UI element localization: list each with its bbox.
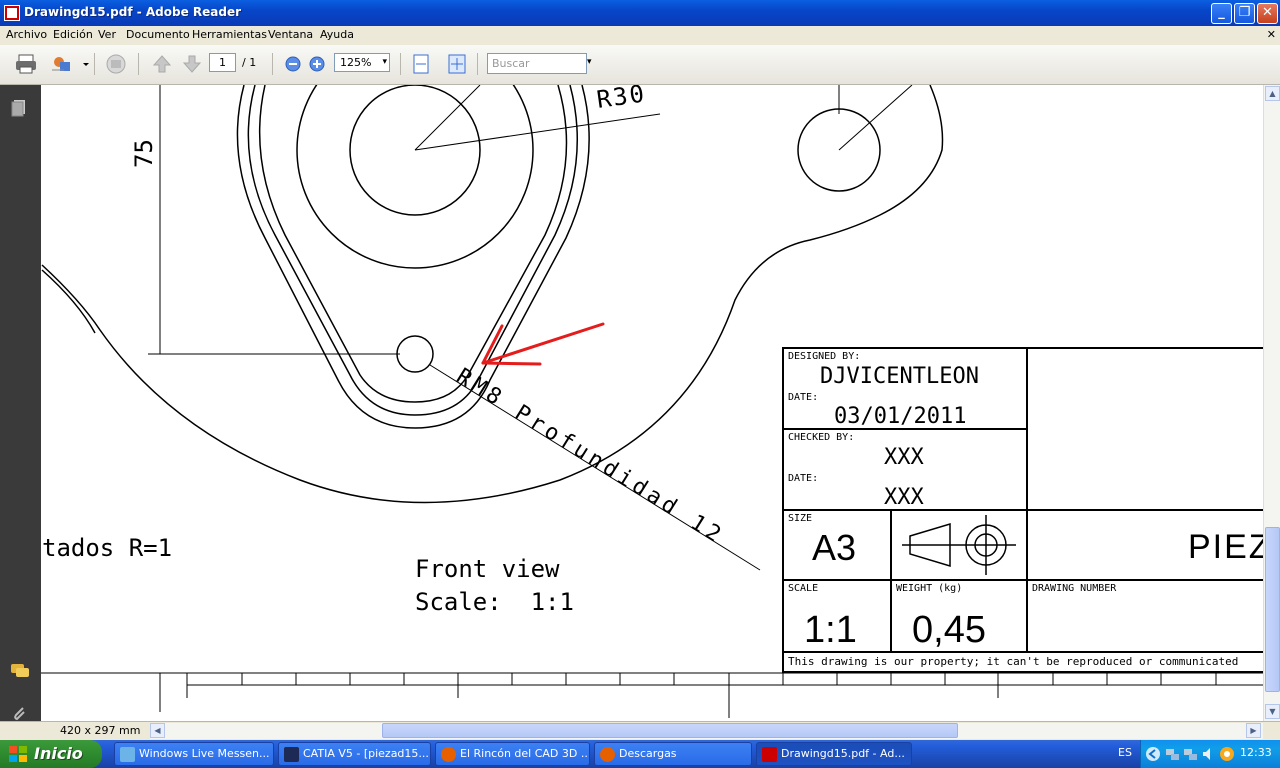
title-bar: Drawingd15.pdf - Adobe Reader _ ❐ ✕: [0, 0, 1280, 26]
minimize-button[interactable]: _: [1211, 3, 1232, 24]
weight-label: WEIGHT (kg): [896, 583, 962, 594]
size-value: A3: [812, 527, 856, 568]
next-page-icon[interactable]: [180, 52, 204, 76]
task-messenger[interactable]: Windows Live Messen...: [114, 742, 274, 766]
menu-documento[interactable]: Documento: [126, 28, 190, 41]
window-title: Drawingd15.pdf - Adobe Reader: [24, 5, 242, 19]
technical-drawing: R30 75 RM8 Profundidad 12 tados R=1 Fron…: [41, 85, 1263, 718]
menu-ver[interactable]: Ver: [98, 28, 116, 41]
size-label: SIZE: [788, 513, 812, 524]
fit-page-icon[interactable]: [445, 52, 469, 76]
chevron-down-icon[interactable]: ▾: [587, 57, 592, 67]
taskbar: Inicio Windows Live Messen... CATIA V5 -…: [0, 740, 1280, 768]
pdf-icon: [762, 747, 777, 762]
zoom-out-icon[interactable]: [281, 52, 305, 76]
date2-value: XXX: [884, 485, 924, 510]
pages-icon[interactable]: [9, 97, 31, 119]
menu-ayuda[interactable]: Ayuda: [320, 28, 354, 41]
scale-value: 1:1: [804, 609, 857, 651]
network-icon[interactable]: [1165, 746, 1181, 762]
start-button[interactable]: Inicio: [0, 740, 102, 768]
menu-archivo[interactable]: Archivo: [6, 28, 47, 41]
horizontal-scroll-thumb[interactable]: [382, 723, 958, 738]
drawing-number-label: DRAWING NUMBER: [1032, 583, 1117, 594]
checked-by-label: CHECKED BY:: [788, 432, 854, 443]
document-view[interactable]: R30 75 RM8 Profundidad 12 tados R=1 Fron…: [41, 85, 1263, 721]
vertical-scroll-thumb[interactable]: [1265, 527, 1280, 692]
task-catia[interactable]: CATIA V5 - [piezad15....: [278, 742, 431, 766]
designed-by-label: DESIGNED BY:: [788, 351, 860, 362]
weight-value: 0,45: [912, 609, 986, 651]
messenger-icon: [120, 747, 135, 762]
tray-expand-icon[interactable]: [1145, 746, 1161, 762]
radius-dimension: R30: [595, 85, 648, 114]
navigation-panel: [0, 85, 41, 740]
horizontal-scrollbar[interactable]: ◀ ▶: [150, 723, 1263, 739]
update-icon[interactable]: [1219, 746, 1235, 762]
scroll-down-icon[interactable]: ▼: [1265, 704, 1280, 719]
view-scale: Scale: 1:1: [415, 588, 574, 616]
projection-symbol-icon: [902, 515, 1016, 575]
menu-herramientas[interactable]: Herramientas: [192, 28, 267, 41]
hand-tool-icon[interactable]: [104, 52, 128, 76]
page-number-input[interactable]: 1: [209, 53, 236, 72]
pdf-icon: [4, 5, 20, 21]
page-size: 420 x 297 mm: [60, 724, 141, 737]
date2-label: DATE:: [788, 473, 818, 484]
scroll-right-icon[interactable]: ▶: [1246, 723, 1261, 738]
view-label: Front view: [415, 555, 560, 583]
designed-by-value: DJVICENTLEON: [820, 364, 979, 389]
clock: 12:33: [1240, 746, 1272, 759]
date1-value: 03/01/2011: [834, 404, 966, 429]
property-note: This drawing is our property; it can't b…: [788, 655, 1238, 668]
share-icon[interactable]: [50, 52, 74, 76]
windows-logo-icon: [9, 746, 27, 762]
volume-icon[interactable]: [1201, 746, 1217, 762]
part-title: PIEZ: [1188, 528, 1263, 566]
catia-icon: [284, 747, 299, 762]
menu-edicion[interactable]: Edición: [53, 28, 93, 41]
task-downloads[interactable]: Descargas: [594, 742, 752, 766]
task-firefox-cad[interactable]: El Rincón del CAD 3D ...: [435, 742, 590, 766]
language-indicator[interactable]: ES: [1118, 746, 1132, 759]
annotation-arrow: [481, 322, 605, 366]
start-label: Inicio: [34, 744, 83, 763]
scroll-up-icon[interactable]: ▲: [1265, 86, 1280, 101]
zoom-in-icon[interactable]: [305, 52, 329, 76]
close-document-icon[interactable]: ✕: [1267, 28, 1276, 41]
fit-width-icon[interactable]: [409, 52, 433, 76]
toolbar: 1 / 1 125% Buscar ▾: [0, 45, 1280, 85]
firefox-icon: [600, 747, 615, 762]
vertical-scrollbar[interactable]: ▲ ▼: [1263, 85, 1280, 721]
close-button[interactable]: ✕: [1257, 3, 1278, 24]
height-dimension: 75: [130, 139, 158, 168]
previous-page-icon[interactable]: [150, 52, 174, 76]
rounding-note: tados R=1: [42, 534, 172, 562]
menu-bar: Archivo Edición Ver Documento Herramient…: [0, 26, 1280, 45]
maximize-button[interactable]: ❐: [1234, 3, 1255, 24]
page-total: / 1: [242, 56, 257, 69]
checked-by-value: XXX: [884, 445, 924, 470]
thread-note: RM8 Profundidad 12: [452, 364, 729, 550]
comments-icon[interactable]: [9, 660, 31, 682]
print-icon[interactable]: [14, 52, 38, 76]
firefox-icon: [441, 747, 456, 762]
menu-ventana[interactable]: Ventana: [268, 28, 313, 41]
chevron-down-icon[interactable]: [74, 52, 89, 76]
network-icon[interactable]: [1183, 746, 1199, 762]
scroll-left-icon[interactable]: ◀: [150, 723, 165, 738]
status-bar: 420 x 297 mm ◀ ▶: [0, 721, 1280, 740]
zoom-select[interactable]: 125%: [334, 53, 390, 72]
date1-label: DATE:: [788, 392, 818, 403]
search-input[interactable]: Buscar: [487, 53, 587, 74]
scale-label: SCALE: [788, 583, 818, 594]
task-adobe-reader[interactable]: Drawingd15.pdf - Ad...: [756, 742, 912, 766]
